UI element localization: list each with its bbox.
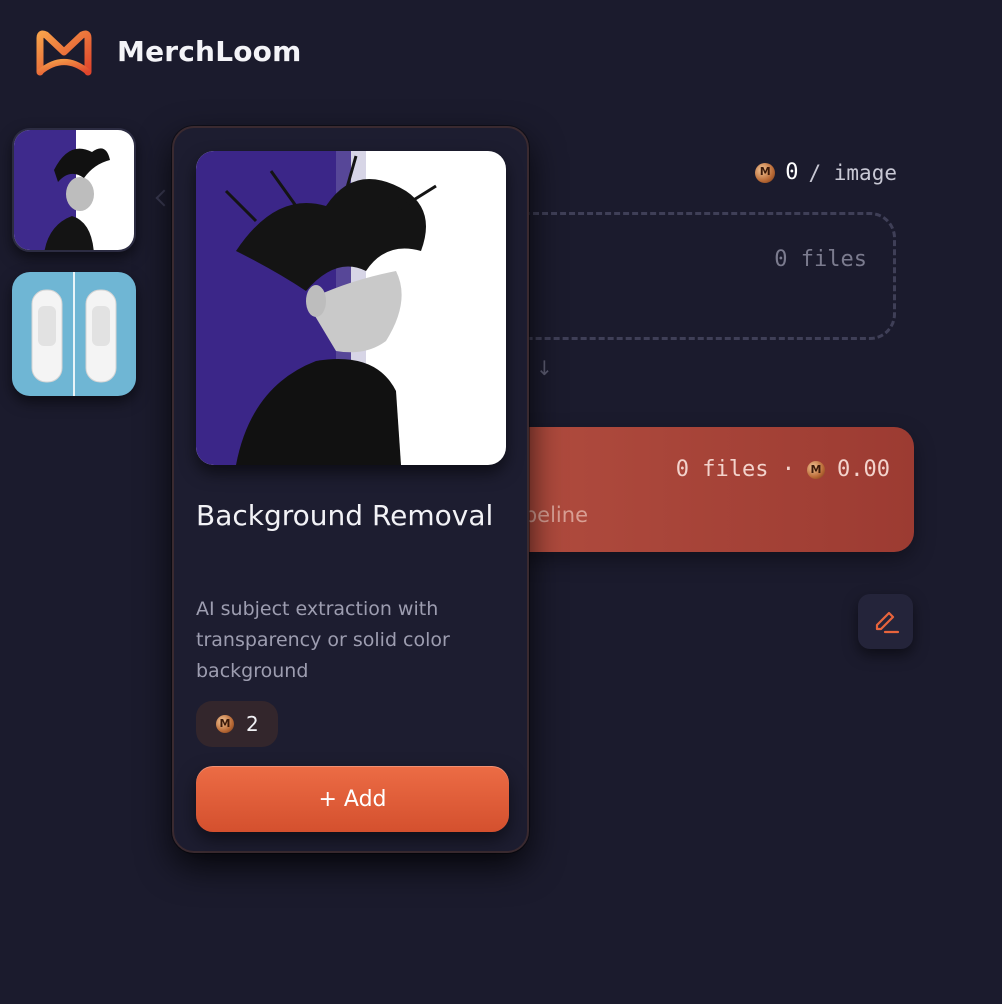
rate-value: 0	[785, 160, 799, 185]
edit-button[interactable]	[858, 594, 913, 649]
rate-unit: / image	[808, 160, 897, 185]
thumbnail-sneakers[interactable]	[12, 272, 136, 396]
tool-title: Background Removal	[196, 499, 494, 532]
tool-card-popover: Background Removal AI subject extraction…	[172, 126, 529, 853]
upload-dropzone[interactable]: 0 files	[480, 212, 896, 340]
tool-description: AI subject extraction with transparency …	[196, 598, 450, 682]
rate-display: 0 / image	[755, 160, 897, 185]
tool-preview-image	[196, 151, 506, 465]
coin-icon	[755, 162, 776, 183]
tool-cost-value: 2	[246, 712, 259, 736]
pencil-icon	[875, 611, 899, 633]
brand-name: MerchLoom	[117, 35, 302, 68]
pipeline-file-count: 0 files ·	[675, 457, 796, 482]
coin-icon	[216, 715, 234, 733]
thumbnail-background-removal[interactable]	[12, 128, 136, 252]
pipeline-cost: 0.00	[837, 457, 890, 482]
add-tool-button[interactable]: + Add	[196, 766, 509, 832]
arrow-down-icon: ↓	[536, 356, 553, 380]
tool-cost-badge: 2	[196, 701, 278, 747]
chevron-left-icon	[155, 189, 173, 207]
merchloom-logo-icon[interactable]	[32, 28, 96, 78]
pipeline-meta: 0 files · 0.00	[676, 457, 890, 482]
dropzone-file-count: 0 files	[774, 247, 867, 272]
run-pipeline-button[interactable]: 0 files · 0.00 ipeline	[480, 427, 914, 552]
coin-icon	[807, 460, 826, 479]
